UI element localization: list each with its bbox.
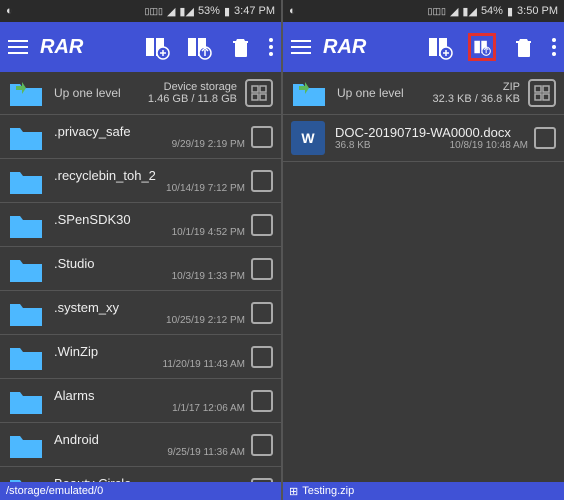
storage-label: Device storage [164,81,237,93]
file-date: 10/14/19 7:12 PM [166,183,245,194]
file-list[interactable]: .privacy_safe 9/29/19 2:19 PM .recyclebi… [0,115,281,482]
app-title: RAR [323,36,414,59]
signal-icon: ▮◢ [179,5,194,18]
file-row[interactable]: Alarms 1/1/17 12:06 AM [0,379,281,423]
storage-label: ZIP [503,81,520,93]
current-path: Testing.zip [302,485,354,497]
path-bar: /storage/emulated/0 [0,482,281,500]
app-bar: RAR [0,22,281,72]
app-indicator-icon: ◐ [289,5,296,17]
file-checkbox[interactable] [251,258,273,280]
file-date: 10/1/19 4:52 PM [172,227,245,238]
right-screen: ◐ ▯◫▯ ◢ ▮◢ 54% ▮ 3:50 PM RAR [283,0,564,500]
left-screen: ◐ ▯◫▯ ◢ ▮◢ 53% ▮ 3:47 PM RAR [0,0,281,500]
more-icon[interactable] [269,38,273,56]
file-name: .SPenSDK30 [54,212,245,227]
status-bar: ◐ ▯◫▯ ◢ ▮◢ 54% ▮ 3:50 PM [283,0,564,22]
battery-percent: 54% [481,5,503,17]
wifi-icon: ◢ [450,5,458,18]
storage-size: 1.46 GB / 11.8 GB [148,93,237,105]
menu-icon[interactable] [291,40,311,54]
up-one-level: Up one level [54,86,121,100]
file-checkbox[interactable] [251,214,273,236]
view-toggle-icon[interactable] [245,79,273,107]
file-date: 10/25/19 2:12 PM [166,315,245,326]
file-size: 36.8 KB [335,140,371,151]
file-date: 9/29/19 2:19 PM [172,139,245,150]
file-checkbox[interactable] [251,126,273,148]
file-checkbox[interactable] [534,127,556,149]
file-date: 10/8/19 10:48 AM [450,140,528,151]
file-name: Alarms [54,388,245,403]
file-name: DOC-20190719-WA0000.docx [335,125,528,140]
path-icon: ⊞ [289,485,298,498]
file-name: .privacy_safe [54,124,245,139]
folder-icon [8,122,44,152]
storage-row[interactable]: Up one level ZIP 32.3 KB / 36.8 KB [283,72,564,115]
app-bar: RAR [283,22,564,72]
file-row[interactable]: .system_xy 10/25/19 2:12 PM [0,291,281,335]
add-archive-icon[interactable] [426,33,454,61]
file-row[interactable]: Beauty Circle 9/26/19 1:27 PM [0,467,281,482]
folder-icon [8,166,44,196]
add-archive-icon[interactable] [143,33,171,61]
storage-size: 32.3 KB / 36.8 KB [433,93,520,105]
storage-row[interactable]: Up one level Device storage 1.46 GB / 11… [0,72,281,115]
extract-archive-icon[interactable] [468,33,496,61]
signal-icon: ▮◢ [462,5,477,18]
current-path: /storage/emulated/0 [6,485,103,497]
file-checkbox[interactable] [251,346,273,368]
file-row[interactable]: .privacy_safe 9/29/19 2:19 PM [0,115,281,159]
file-checkbox[interactable] [251,170,273,192]
file-date: 9/25/19 11:36 AM [167,447,245,458]
file-date: 11/20/19 11:43 AM [163,359,245,370]
folder-icon [8,342,44,372]
status-bar: ◐ ▯◫▯ ◢ ▮◢ 53% ▮ 3:47 PM [0,0,281,22]
file-list[interactable]: W DOC-20190719-WA0000.docx 36.8 KB 10/8/… [283,115,564,482]
more-icon[interactable] [552,38,556,56]
folder-icon [8,474,44,483]
file-checkbox[interactable] [251,302,273,324]
file-row[interactable]: .Studio 10/3/19 1:33 PM [0,247,281,291]
folder-icon [8,210,44,240]
folder-icon [8,386,44,416]
folder-icon [8,298,44,328]
file-row[interactable]: .WinZip 11/20/19 11:43 AM [0,335,281,379]
app-title: RAR [40,36,131,59]
word-doc-icon: W [291,121,325,155]
battery-icon: ▮ [224,5,230,18]
file-row[interactable]: .SPenSDK30 10/1/19 4:52 PM [0,203,281,247]
vibrate-icon: ▯◫▯ [428,6,446,17]
file-checkbox[interactable] [251,390,273,412]
file-row[interactable]: Android 9/25/19 11:36 AM [0,423,281,467]
path-bar: ⊞ Testing.zip [283,482,564,500]
folder-icon [8,254,44,284]
file-row[interactable]: W DOC-20190719-WA0000.docx 36.8 KB 10/8/… [283,115,564,162]
file-date: 10/3/19 1:33 PM [172,271,245,282]
folder-up-icon [8,78,44,108]
clock: 3:47 PM [234,5,275,17]
vibrate-icon: ▯◫▯ [145,6,163,17]
file-name: .system_xy [54,300,245,315]
file-checkbox[interactable] [251,434,273,456]
up-one-level: Up one level [337,86,404,100]
view-toggle-icon[interactable] [528,79,556,107]
extract-archive-icon[interactable] [185,33,213,61]
battery-percent: 53% [198,5,220,17]
clock: 3:50 PM [517,5,558,17]
file-row[interactable]: .recyclebin_toh_2 10/14/19 7:12 PM [0,159,281,203]
delete-icon[interactable] [227,33,255,61]
battery-icon: ▮ [507,5,513,18]
file-name: .recyclebin_toh_2 [54,168,245,183]
file-name: Android [54,432,245,447]
menu-icon[interactable] [8,40,28,54]
file-name: .WinZip [54,344,245,359]
file-date: 1/1/17 12:06 AM [172,403,245,414]
folder-up-icon [291,78,327,108]
wifi-icon: ◢ [167,5,175,18]
app-indicator-icon: ◐ [6,5,13,17]
file-name: .Studio [54,256,245,271]
folder-icon [8,430,44,460]
delete-icon[interactable] [510,33,538,61]
